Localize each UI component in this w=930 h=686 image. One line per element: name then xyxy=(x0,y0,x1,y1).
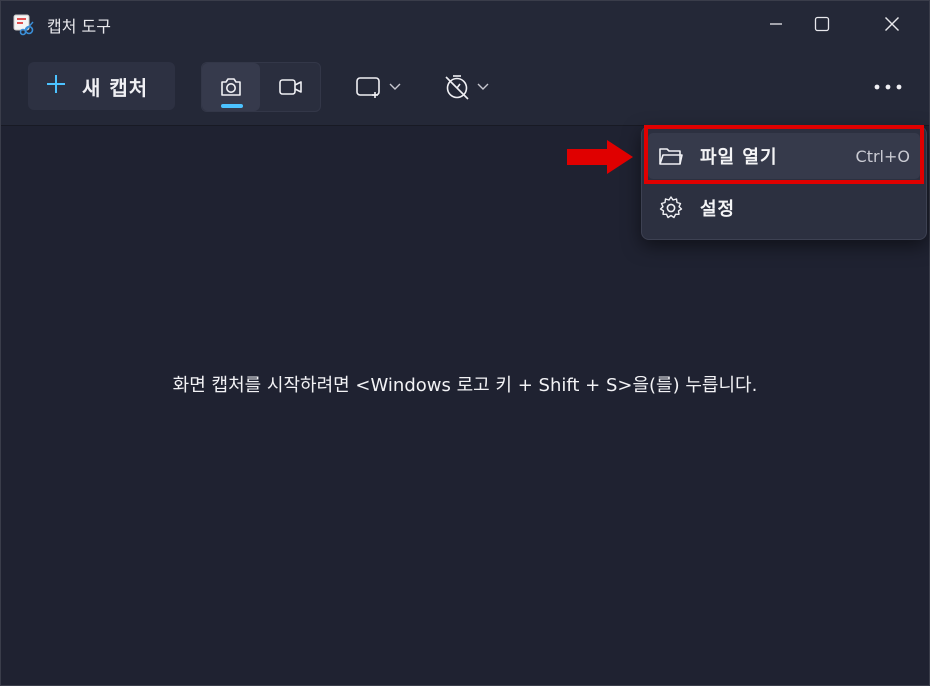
menu-item-label: 설정 xyxy=(700,199,736,220)
close-button[interactable] xyxy=(863,1,921,47)
gear-icon xyxy=(658,195,686,221)
snipping-tool-window: 캡처 도구 새 캡처 화면 캡처를 시작하려면 <Windows 로고 키 + … xyxy=(0,0,930,686)
title-bar: 캡처 도구 xyxy=(1,1,929,47)
window-title: 캡처 도구 xyxy=(47,17,111,36)
minimize-icon xyxy=(770,23,782,25)
new-capture-label: 새 캡처 xyxy=(82,75,149,100)
timer-off-icon xyxy=(445,75,469,100)
toolbar: 새 캡처 xyxy=(1,47,929,126)
timer-dropdown[interactable] xyxy=(443,65,489,109)
chevron-down-icon xyxy=(389,83,401,90)
camera-icon xyxy=(221,78,241,96)
snip-shape-dropdown[interactable] xyxy=(355,65,401,109)
plus-icon xyxy=(46,74,66,98)
photo-mode-button[interactable] xyxy=(202,63,260,111)
close-icon xyxy=(885,17,899,31)
maximize-button[interactable] xyxy=(793,1,851,47)
chevron-down-icon xyxy=(477,83,489,90)
more-options-button[interactable] xyxy=(863,65,913,109)
maximize-icon xyxy=(814,16,830,32)
snipping-tool-icon xyxy=(12,12,36,36)
red-arrow-right-icon xyxy=(567,140,633,174)
capture-mode-toggle xyxy=(201,62,321,112)
capture-hint-text: 화면 캡처를 시작하려면 <Windows 로고 키 + Shift + S>을… xyxy=(172,375,758,396)
video-camera-icon xyxy=(278,79,302,95)
selected-mode-indicator xyxy=(221,104,243,108)
menu-item-settings[interactable]: 설정 xyxy=(648,185,920,231)
rectangle-snip-icon xyxy=(356,77,380,98)
new-capture-button[interactable]: 새 캡처 xyxy=(28,62,175,110)
more-horizontal-icon xyxy=(874,84,902,90)
highlight-box xyxy=(644,125,924,184)
video-mode-button[interactable] xyxy=(261,63,320,111)
